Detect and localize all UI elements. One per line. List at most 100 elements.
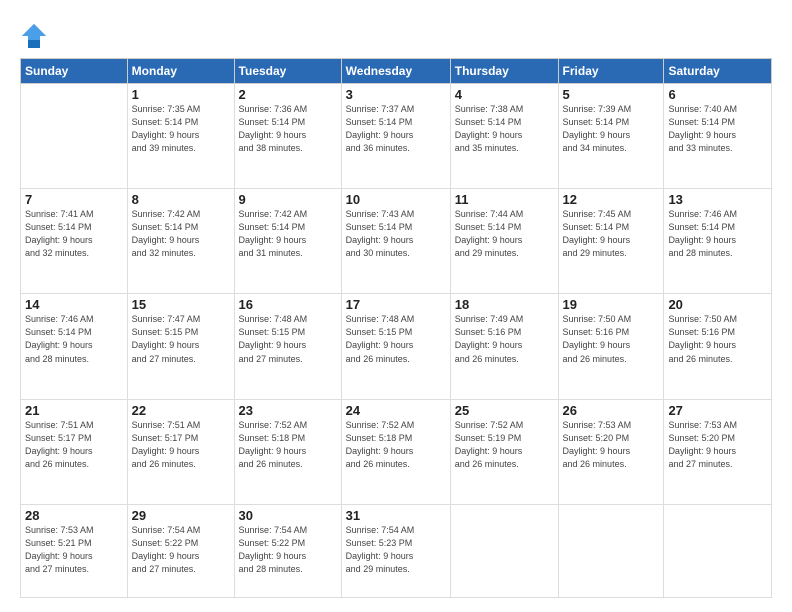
calendar-cell: 27Sunrise: 7:53 AM Sunset: 5:20 PM Dayli… bbox=[664, 399, 772, 504]
calendar-cell: 6Sunrise: 7:40 AM Sunset: 5:14 PM Daylig… bbox=[664, 84, 772, 189]
weekday-header-row: SundayMondayTuesdayWednesdayThursdayFrid… bbox=[21, 59, 772, 84]
calendar-cell: 5Sunrise: 7:39 AM Sunset: 5:14 PM Daylig… bbox=[558, 84, 664, 189]
weekday-header-tuesday: Tuesday bbox=[234, 59, 341, 84]
calendar-page: SundayMondayTuesdayWednesdayThursdayFrid… bbox=[0, 0, 792, 612]
day-number: 17 bbox=[346, 297, 446, 312]
day-info: Sunrise: 7:54 AM Sunset: 5:22 PM Dayligh… bbox=[132, 524, 230, 576]
day-number: 31 bbox=[346, 508, 446, 523]
day-info: Sunrise: 7:44 AM Sunset: 5:14 PM Dayligh… bbox=[455, 208, 554, 260]
weekday-header-thursday: Thursday bbox=[450, 59, 558, 84]
day-number: 13 bbox=[668, 192, 767, 207]
day-number: 19 bbox=[563, 297, 660, 312]
day-info: Sunrise: 7:51 AM Sunset: 5:17 PM Dayligh… bbox=[25, 419, 123, 471]
weekday-header-monday: Monday bbox=[127, 59, 234, 84]
calendar-header: SundayMondayTuesdayWednesdayThursdayFrid… bbox=[21, 59, 772, 84]
weekday-header-friday: Friday bbox=[558, 59, 664, 84]
day-info: Sunrise: 7:46 AM Sunset: 5:14 PM Dayligh… bbox=[25, 313, 123, 365]
day-info: Sunrise: 7:40 AM Sunset: 5:14 PM Dayligh… bbox=[668, 103, 767, 155]
calendar-cell bbox=[21, 84, 128, 189]
day-info: Sunrise: 7:52 AM Sunset: 5:18 PM Dayligh… bbox=[239, 419, 337, 471]
day-info: Sunrise: 7:36 AM Sunset: 5:14 PM Dayligh… bbox=[239, 103, 337, 155]
calendar-cell: 11Sunrise: 7:44 AM Sunset: 5:14 PM Dayli… bbox=[450, 189, 558, 294]
weekday-header-saturday: Saturday bbox=[664, 59, 772, 84]
day-number: 22 bbox=[132, 403, 230, 418]
calendar-cell: 26Sunrise: 7:53 AM Sunset: 5:20 PM Dayli… bbox=[558, 399, 664, 504]
day-number: 6 bbox=[668, 87, 767, 102]
day-info: Sunrise: 7:51 AM Sunset: 5:17 PM Dayligh… bbox=[132, 419, 230, 471]
calendar-cell bbox=[558, 504, 664, 597]
day-number: 8 bbox=[132, 192, 230, 207]
calendar-week-row: 21Sunrise: 7:51 AM Sunset: 5:17 PM Dayli… bbox=[21, 399, 772, 504]
calendar-cell: 25Sunrise: 7:52 AM Sunset: 5:19 PM Dayli… bbox=[450, 399, 558, 504]
day-number: 2 bbox=[239, 87, 337, 102]
calendar-cell: 7Sunrise: 7:41 AM Sunset: 5:14 PM Daylig… bbox=[21, 189, 128, 294]
day-number: 21 bbox=[25, 403, 123, 418]
calendar-cell: 24Sunrise: 7:52 AM Sunset: 5:18 PM Dayli… bbox=[341, 399, 450, 504]
calendar-cell: 21Sunrise: 7:51 AM Sunset: 5:17 PM Dayli… bbox=[21, 399, 128, 504]
day-info: Sunrise: 7:50 AM Sunset: 5:16 PM Dayligh… bbox=[563, 313, 660, 365]
day-info: Sunrise: 7:53 AM Sunset: 5:20 PM Dayligh… bbox=[563, 419, 660, 471]
weekday-header-wednesday: Wednesday bbox=[341, 59, 450, 84]
day-number: 24 bbox=[346, 403, 446, 418]
calendar-cell bbox=[664, 504, 772, 597]
calendar-cell: 29Sunrise: 7:54 AM Sunset: 5:22 PM Dayli… bbox=[127, 504, 234, 597]
day-number: 26 bbox=[563, 403, 660, 418]
day-number: 29 bbox=[132, 508, 230, 523]
calendar-week-row: 14Sunrise: 7:46 AM Sunset: 5:14 PM Dayli… bbox=[21, 294, 772, 399]
calendar-cell: 20Sunrise: 7:50 AM Sunset: 5:16 PM Dayli… bbox=[664, 294, 772, 399]
day-number: 16 bbox=[239, 297, 337, 312]
day-info: Sunrise: 7:45 AM Sunset: 5:14 PM Dayligh… bbox=[563, 208, 660, 260]
calendar-cell: 10Sunrise: 7:43 AM Sunset: 5:14 PM Dayli… bbox=[341, 189, 450, 294]
day-info: Sunrise: 7:38 AM Sunset: 5:14 PM Dayligh… bbox=[455, 103, 554, 155]
day-info: Sunrise: 7:43 AM Sunset: 5:14 PM Dayligh… bbox=[346, 208, 446, 260]
day-info: Sunrise: 7:46 AM Sunset: 5:14 PM Dayligh… bbox=[668, 208, 767, 260]
day-number: 14 bbox=[25, 297, 123, 312]
calendar-week-row: 7Sunrise: 7:41 AM Sunset: 5:14 PM Daylig… bbox=[21, 189, 772, 294]
day-number: 15 bbox=[132, 297, 230, 312]
logo-icon bbox=[20, 22, 48, 50]
calendar-cell: 12Sunrise: 7:45 AM Sunset: 5:14 PM Dayli… bbox=[558, 189, 664, 294]
calendar-cell: 30Sunrise: 7:54 AM Sunset: 5:22 PM Dayli… bbox=[234, 504, 341, 597]
calendar-cell: 14Sunrise: 7:46 AM Sunset: 5:14 PM Dayli… bbox=[21, 294, 128, 399]
calendar-week-row: 1Sunrise: 7:35 AM Sunset: 5:14 PM Daylig… bbox=[21, 84, 772, 189]
day-info: Sunrise: 7:48 AM Sunset: 5:15 PM Dayligh… bbox=[346, 313, 446, 365]
day-info: Sunrise: 7:37 AM Sunset: 5:14 PM Dayligh… bbox=[346, 103, 446, 155]
day-info: Sunrise: 7:42 AM Sunset: 5:14 PM Dayligh… bbox=[239, 208, 337, 260]
calendar-cell bbox=[450, 504, 558, 597]
calendar-cell: 8Sunrise: 7:42 AM Sunset: 5:14 PM Daylig… bbox=[127, 189, 234, 294]
day-number: 11 bbox=[455, 192, 554, 207]
day-number: 12 bbox=[563, 192, 660, 207]
day-number: 20 bbox=[668, 297, 767, 312]
day-info: Sunrise: 7:53 AM Sunset: 5:21 PM Dayligh… bbox=[25, 524, 123, 576]
day-info: Sunrise: 7:35 AM Sunset: 5:14 PM Dayligh… bbox=[132, 103, 230, 155]
day-number: 5 bbox=[563, 87, 660, 102]
logo bbox=[20, 22, 50, 50]
day-number: 1 bbox=[132, 87, 230, 102]
day-number: 18 bbox=[455, 297, 554, 312]
calendar-cell: 28Sunrise: 7:53 AM Sunset: 5:21 PM Dayli… bbox=[21, 504, 128, 597]
calendar-cell: 1Sunrise: 7:35 AM Sunset: 5:14 PM Daylig… bbox=[127, 84, 234, 189]
calendar-week-row: 28Sunrise: 7:53 AM Sunset: 5:21 PM Dayli… bbox=[21, 504, 772, 597]
day-info: Sunrise: 7:47 AM Sunset: 5:15 PM Dayligh… bbox=[132, 313, 230, 365]
header bbox=[20, 18, 772, 50]
day-number: 4 bbox=[455, 87, 554, 102]
day-number: 10 bbox=[346, 192, 446, 207]
day-info: Sunrise: 7:53 AM Sunset: 5:20 PM Dayligh… bbox=[668, 419, 767, 471]
day-info: Sunrise: 7:48 AM Sunset: 5:15 PM Dayligh… bbox=[239, 313, 337, 365]
calendar-cell: 13Sunrise: 7:46 AM Sunset: 5:14 PM Dayli… bbox=[664, 189, 772, 294]
calendar-cell: 9Sunrise: 7:42 AM Sunset: 5:14 PM Daylig… bbox=[234, 189, 341, 294]
calendar-cell: 18Sunrise: 7:49 AM Sunset: 5:16 PM Dayli… bbox=[450, 294, 558, 399]
day-number: 27 bbox=[668, 403, 767, 418]
calendar-cell: 3Sunrise: 7:37 AM Sunset: 5:14 PM Daylig… bbox=[341, 84, 450, 189]
calendar-cell: 23Sunrise: 7:52 AM Sunset: 5:18 PM Dayli… bbox=[234, 399, 341, 504]
day-number: 7 bbox=[25, 192, 123, 207]
calendar-cell: 31Sunrise: 7:54 AM Sunset: 5:23 PM Dayli… bbox=[341, 504, 450, 597]
day-info: Sunrise: 7:41 AM Sunset: 5:14 PM Dayligh… bbox=[25, 208, 123, 260]
calendar-cell: 17Sunrise: 7:48 AM Sunset: 5:15 PM Dayli… bbox=[341, 294, 450, 399]
calendar-cell: 15Sunrise: 7:47 AM Sunset: 5:15 PM Dayli… bbox=[127, 294, 234, 399]
calendar-cell: 4Sunrise: 7:38 AM Sunset: 5:14 PM Daylig… bbox=[450, 84, 558, 189]
day-info: Sunrise: 7:54 AM Sunset: 5:23 PM Dayligh… bbox=[346, 524, 446, 576]
day-number: 9 bbox=[239, 192, 337, 207]
calendar-table: SundayMondayTuesdayWednesdayThursdayFrid… bbox=[20, 58, 772, 598]
calendar-cell: 22Sunrise: 7:51 AM Sunset: 5:17 PM Dayli… bbox=[127, 399, 234, 504]
